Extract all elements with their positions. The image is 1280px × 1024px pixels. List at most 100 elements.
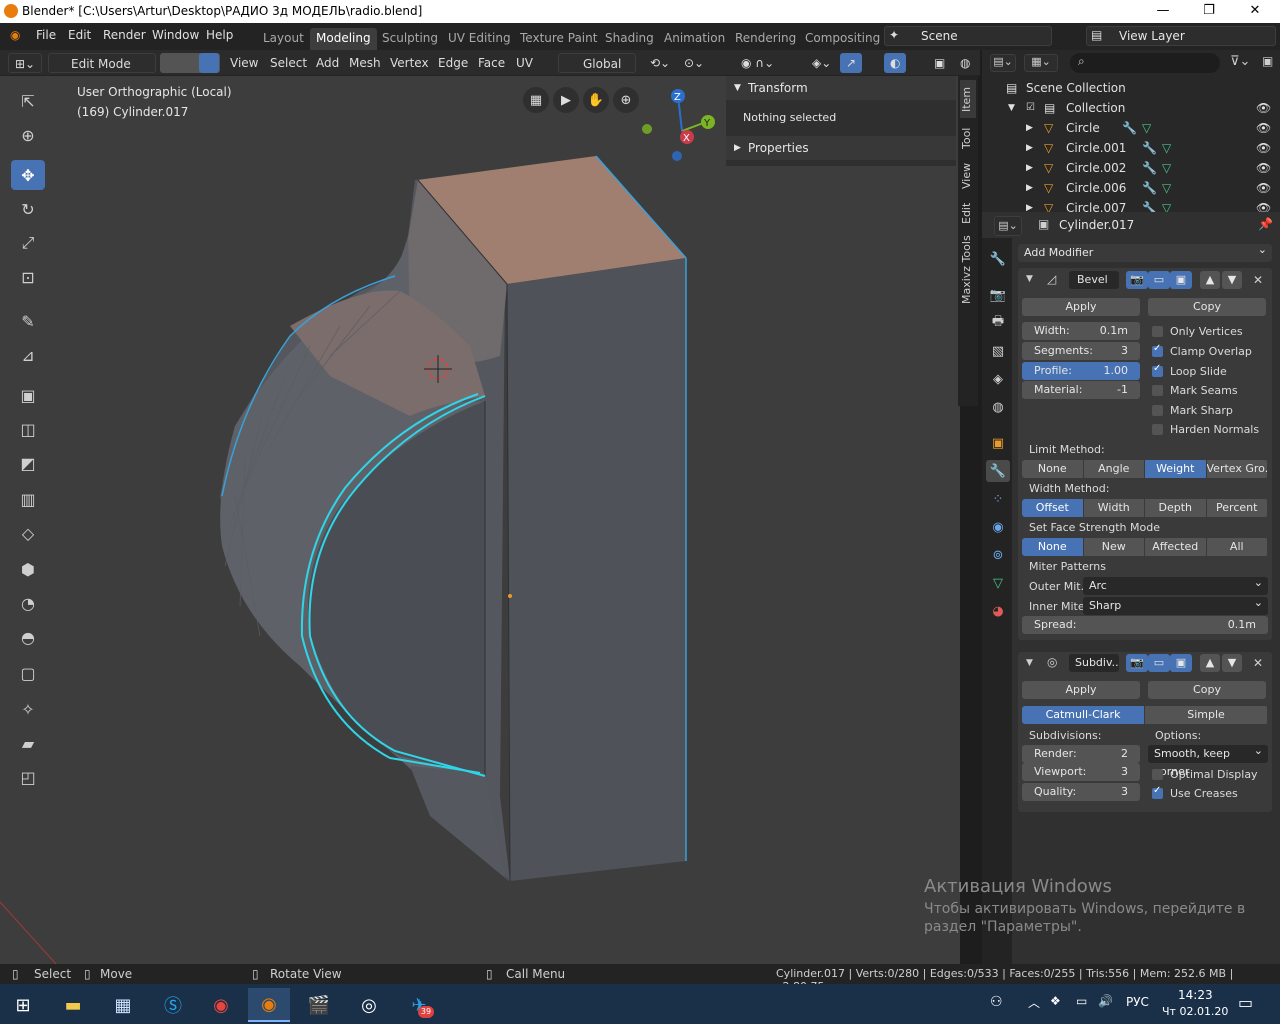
outliner-editor-icon[interactable]: ▤⌄ bbox=[990, 54, 1016, 72]
camera-view-icon[interactable]: ▶ bbox=[553, 87, 579, 113]
blender-taskbar-icon[interactable]: ◉ bbox=[248, 988, 290, 1022]
item-expand-icon[interactable]: ▶ bbox=[1026, 198, 1033, 212]
clock-time[interactable]: 14:23 bbox=[1178, 988, 1213, 1002]
outliner-item-circle-001[interactable]: ▶ ▽ Circle.001 🔧 ▽ 👁 bbox=[982, 138, 1280, 158]
select-box-icon[interactable]: ⇱ bbox=[11, 86, 45, 116]
move-down-icon[interactable]: ▼ bbox=[1222, 271, 1242, 289]
tab-rendering[interactable]: Rendering bbox=[729, 28, 802, 50]
eye-icon[interactable]: 👁 bbox=[1256, 178, 1271, 198]
menu-edge[interactable]: Edge bbox=[432, 53, 474, 73]
minimize-icon[interactable]: — bbox=[1140, 0, 1186, 23]
dropbox-icon[interactable]: ❖ bbox=[1050, 994, 1061, 1008]
edit-mode-toggle-icon[interactable]: ▣ bbox=[1170, 271, 1192, 289]
move-down-icon[interactable]: ▼ bbox=[1222, 654, 1242, 672]
particles-tab-icon[interactable]: ⁘ bbox=[986, 488, 1010, 510]
subdiv-type-selector[interactable]: Catmull-Clark Simple bbox=[1022, 706, 1268, 724]
network-icon[interactable]: ▭ bbox=[1076, 994, 1087, 1008]
face-select-button[interactable] bbox=[199, 53, 219, 73]
clamp-overlap-checkbox[interactable] bbox=[1152, 343, 1163, 357]
menu-vertex[interactable]: Vertex bbox=[384, 53, 435, 73]
outer-miter-dropdown[interactable]: Arc bbox=[1083, 574, 1268, 595]
bevel-name-field[interactable]: Bevel bbox=[1069, 271, 1119, 289]
clock-date[interactable]: Чт 02.01.20 bbox=[1162, 1005, 1228, 1018]
menu-file[interactable]: File bbox=[36, 28, 56, 42]
filter-icon[interactable]: ⊽⌄ bbox=[1230, 54, 1250, 69]
eye-icon[interactable]: 👁 bbox=[1256, 118, 1271, 138]
use-creases-checkbox[interactable] bbox=[1152, 785, 1163, 799]
gizmo-toggle-icon[interactable]: ↗ bbox=[840, 53, 863, 73]
shear-tool-icon[interactable]: ▰ bbox=[11, 728, 45, 758]
pan-hand-icon[interactable]: ✋ bbox=[583, 87, 609, 113]
width-method-selector[interactable]: Offset Width Depth Percent bbox=[1022, 499, 1268, 517]
measure-tool-icon[interactable]: ⊿ bbox=[11, 340, 45, 370]
simple-option[interactable]: Simple bbox=[1145, 706, 1268, 724]
output-tab-icon[interactable]: 🖶 bbox=[986, 312, 1010, 334]
inset-tool-icon[interactable]: ◫ bbox=[11, 414, 45, 444]
limit-vertex-group-option[interactable]: Vertex Gro.. bbox=[1206, 460, 1268, 478]
shading-icon[interactable]: ◍ bbox=[954, 53, 976, 73]
physics-tab-icon[interactable]: ◉ bbox=[986, 516, 1010, 538]
uv-smooth-dropdown[interactable]: Smooth, keep corner bbox=[1148, 742, 1268, 778]
subdiv-collapse-icon[interactable]: ▼ bbox=[1026, 658, 1033, 668]
bevel-width-field[interactable]: Width: 0.1m bbox=[1022, 322, 1140, 340]
display-mode-icon[interactable]: ▦⌄ bbox=[1024, 54, 1058, 72]
eye-icon[interactable]: 👁 bbox=[1256, 138, 1271, 158]
calculator-icon[interactable]: ▦ bbox=[102, 988, 144, 1022]
tab-uv-editing[interactable]: UV Editing bbox=[442, 28, 517, 50]
optimal-display-checkbox[interactable] bbox=[1152, 769, 1163, 780]
view-layer-tab-icon[interactable]: ▧ bbox=[986, 340, 1010, 362]
tab-compositing[interactable]: Compositing bbox=[799, 28, 886, 50]
skype-icon[interactable]: Ⓢ bbox=[152, 988, 194, 1022]
face-strength-all-option[interactable]: All bbox=[1206, 538, 1268, 556]
menu-render[interactable]: Render bbox=[103, 28, 146, 42]
transform-tool-icon[interactable]: ⊡ bbox=[11, 262, 45, 292]
telegram-icon[interactable]: ✈ bbox=[398, 988, 440, 1022]
notifications-icon[interactable]: ▭ bbox=[1238, 993, 1253, 1012]
bevel-tool-icon[interactable]: ◩ bbox=[11, 448, 45, 478]
catmull-clark-option[interactable]: Catmull-Clark bbox=[1022, 706, 1145, 724]
new-collection-icon[interactable]: ▣ bbox=[1262, 54, 1273, 68]
outliner-search-input[interactable]: ⌕ bbox=[1070, 53, 1220, 73]
rip-tool-icon[interactable]: ◰ bbox=[11, 762, 45, 792]
viewport-levels-field[interactable]: Viewport: 3 bbox=[1022, 763, 1140, 781]
viewport-display-toggle-icon[interactable]: ▭ bbox=[1148, 271, 1170, 289]
proportional-edit-icon[interactable]: ◉ ∩⌄ bbox=[735, 53, 780, 73]
loop-cut-tool-icon[interactable]: ▥ bbox=[11, 484, 45, 514]
cursor-tool-icon[interactable]: ⊕ bbox=[11, 120, 45, 150]
move-tool-icon[interactable]: ✥ bbox=[11, 160, 45, 190]
limit-method-selector[interactable]: None Angle Weight Vertex Gro.. bbox=[1022, 460, 1268, 478]
camera-render-toggle-icon[interactable]: 📷 bbox=[1126, 271, 1148, 289]
move-up-icon[interactable]: ▲ bbox=[1200, 271, 1220, 289]
outliner-item-circle-007[interactable]: ▶ ▽ Circle.007 🔧 ▽ 👁 bbox=[982, 198, 1280, 212]
face-strength-affected-option[interactable]: Affected bbox=[1145, 538, 1207, 556]
close-icon[interactable]: ✕ bbox=[1232, 0, 1278, 23]
world-tab-icon[interactable]: ◍ bbox=[986, 396, 1010, 418]
inner-miter-dropdown[interactable]: Sharp bbox=[1083, 594, 1268, 615]
zoom-icon[interactable]: ⊕ bbox=[613, 87, 639, 113]
menu-view[interactable]: View bbox=[224, 53, 264, 73]
tab-maxivz-tools[interactable]: Maxivz Tools bbox=[960, 232, 976, 308]
scale-tool-icon[interactable]: ⤢ bbox=[11, 228, 45, 258]
properties-editor-icon[interactable]: ▤⌄ bbox=[994, 216, 1022, 236]
object-tab-icon[interactable]: ▣ bbox=[986, 432, 1010, 454]
render-levels-field[interactable]: Render: 2 bbox=[1022, 745, 1140, 763]
extrude-tool-icon[interactable]: ▣ bbox=[11, 380, 45, 410]
knife-tool-icon[interactable]: ◇ bbox=[11, 518, 45, 548]
volume-icon[interactable]: 🔊 bbox=[1098, 994, 1113, 1008]
item-expand-icon[interactable]: ▶ bbox=[1026, 158, 1033, 178]
tab-view[interactable]: View bbox=[960, 158, 976, 194]
face-strength-new-option[interactable]: New bbox=[1083, 538, 1145, 556]
face-strength-selector[interactable]: None New Affected All bbox=[1022, 538, 1268, 556]
chrome-icon[interactable]: ◉ bbox=[200, 988, 242, 1022]
mode-selector[interactable]: Edit Mode bbox=[48, 53, 156, 73]
camera-render-toggle-icon[interactable]: 📷 bbox=[1126, 654, 1148, 672]
limit-angle-option[interactable]: Angle bbox=[1083, 460, 1145, 478]
tab-sculpting[interactable]: Sculpting bbox=[376, 28, 444, 50]
windows-start-icon[interactable]: ⊞ bbox=[2, 988, 44, 1022]
viewport-display-toggle-icon[interactable]: ▭ bbox=[1148, 654, 1170, 672]
subdiv-remove-icon[interactable]: ✕ bbox=[1253, 656, 1263, 670]
item-expand-icon[interactable]: ▶ bbox=[1026, 178, 1033, 198]
video-editor-icon[interactable]: 🎬 bbox=[298, 988, 340, 1022]
snap-icon[interactable]: ⊙⌄ bbox=[678, 53, 710, 73]
outliner-item-circle-002[interactable]: ▶ ▽ Circle.002 🔧 ▽ 👁 bbox=[982, 158, 1280, 178]
